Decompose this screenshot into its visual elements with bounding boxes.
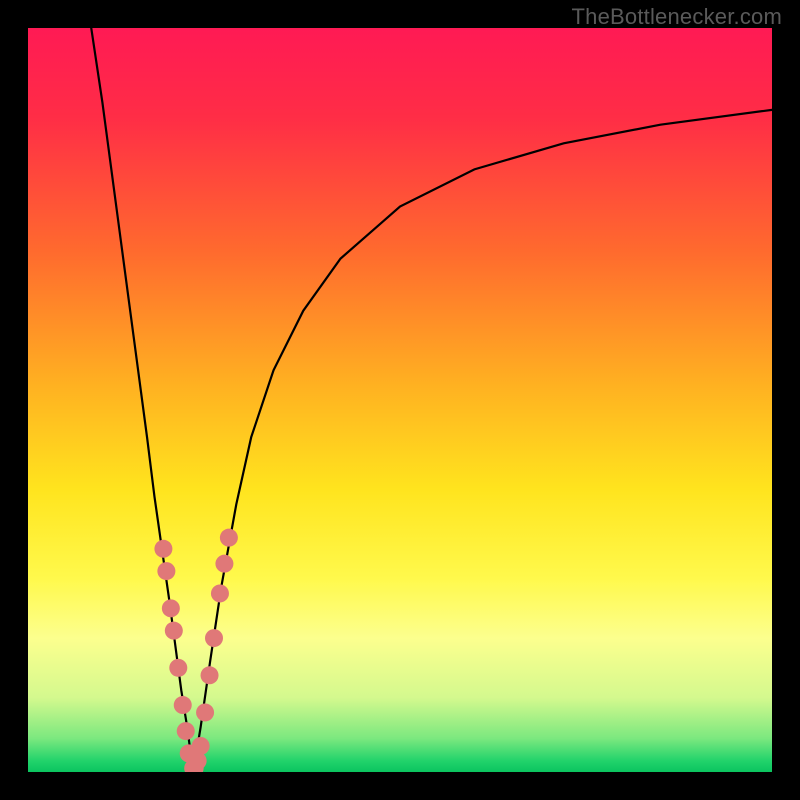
bead-marker (157, 562, 175, 580)
plot-area (28, 28, 772, 772)
bead-marker (211, 584, 229, 602)
bead-marker (165, 622, 183, 640)
bead-marker (220, 529, 238, 547)
bead-marker (189, 752, 207, 770)
chart-frame: TheBottlenecker.com (0, 0, 800, 800)
bead-marker (192, 737, 210, 755)
bead-marker (215, 555, 233, 573)
bead-marker (154, 540, 172, 558)
bead-cluster (154, 529, 237, 772)
bead-marker (174, 696, 192, 714)
bead-marker (205, 629, 223, 647)
bead-marker (196, 703, 214, 721)
curve-layer (28, 28, 772, 772)
bead-marker (162, 599, 180, 617)
bead-marker (177, 722, 195, 740)
bead-marker (201, 666, 219, 684)
curve-right-branch (193, 110, 772, 772)
bead-marker (169, 659, 187, 677)
watermark-text: TheBottlenecker.com (572, 4, 782, 30)
